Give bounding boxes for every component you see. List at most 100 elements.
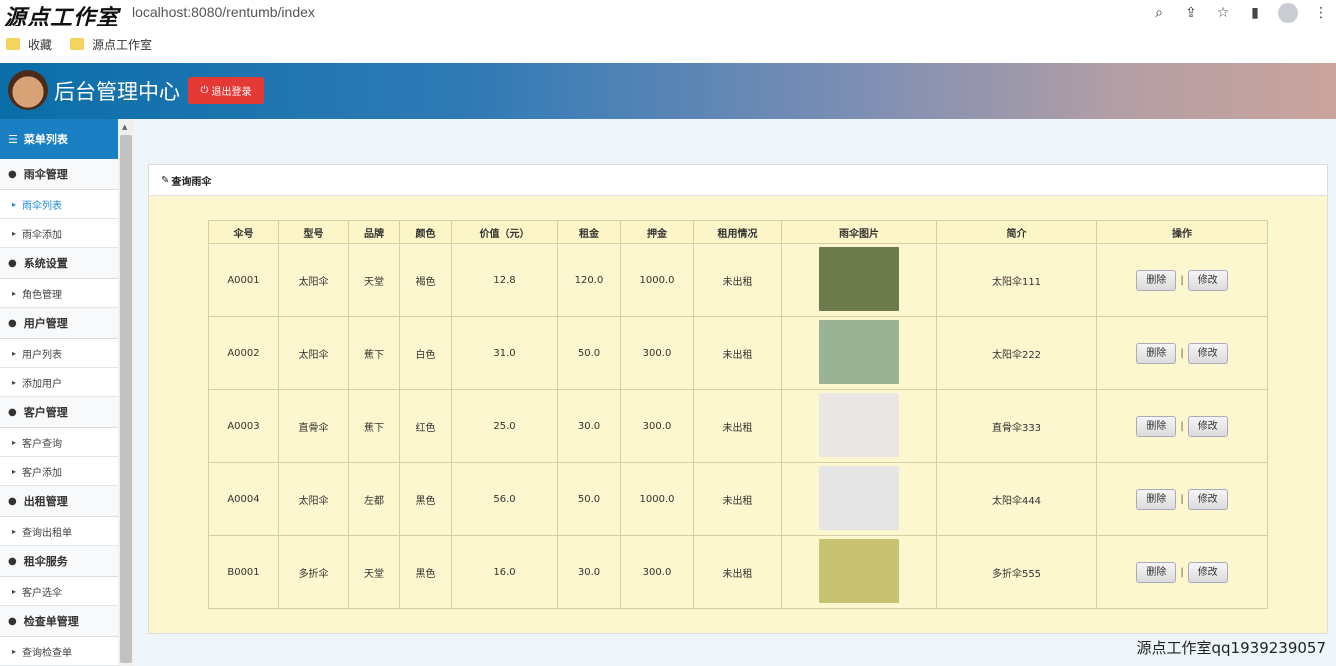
cell-image (781, 243, 937, 317)
cell-brand: 天堂 (348, 535, 400, 609)
edit-button[interactable]: 修改 (1187, 342, 1228, 364)
sidebar-group-system[interactable]: ● 系统设置 (0, 248, 118, 279)
zoom-icon[interactable]: ⌕ (1150, 4, 1168, 22)
more-icon[interactable]: ⋮ (1312, 4, 1330, 22)
umbrella-image (819, 392, 899, 457)
scroll-up-icon[interactable]: ▲ (122, 123, 127, 131)
col-image: 雨伞图片 (781, 220, 937, 244)
user-icon: ● (8, 555, 17, 567)
edit-button[interactable]: 修改 (1187, 415, 1228, 437)
edit-button[interactable]: 修改 (1187, 488, 1228, 510)
sidepanel-icon[interactable]: ▮ (1246, 4, 1264, 22)
scrollbar-thumb[interactable] (120, 135, 132, 663)
sidebar-group-customer[interactable]: ● 客户管理 (0, 397, 118, 428)
cell-actions: 删除 | 修改 (1096, 243, 1268, 317)
cell-rent: 120.0 (557, 243, 621, 317)
sidebar-item-umbrella-list[interactable]: ▸ 雨伞列表 (0, 190, 118, 219)
col-color: 颜色 (399, 220, 452, 244)
cell-model: 多折伞 (278, 535, 349, 609)
main-content: ✎ 查询雨伞 伞号 型号 品牌 颜色 价值（元） 租金 押金 租用情况 雨伞图片… (134, 119, 1336, 666)
edit-button[interactable]: 修改 (1187, 561, 1228, 583)
cell-value: 56.0 (451, 462, 558, 536)
table-header-row: 伞号 型号 品牌 颜色 价值（元） 租金 押金 租用情况 雨伞图片 简介 操作 (208, 220, 1268, 244)
star-icon[interactable]: ☆ (1214, 4, 1232, 22)
sidebar-item-customer-pick[interactable]: ▸ 客户选伞 (0, 577, 118, 606)
sidebar-group-rental[interactable]: ● 出租管理 (0, 486, 118, 517)
action-separator: | (1180, 274, 1184, 286)
list-icon: ☰ (8, 132, 18, 146)
sidebar-scrollbar[interactable]: ▲ (118, 119, 134, 666)
col-id: 伞号 (208, 220, 279, 244)
sidebar-item-customer-query[interactable]: ▸ 客户查询 (0, 428, 118, 457)
table-row: A0001 太阳伞 天堂 褐色 12.8 120.0 1000.0 未出租 太阳… (208, 243, 1268, 317)
col-brand: 品牌 (348, 220, 400, 244)
action-separator: | (1180, 566, 1184, 578)
sidebar-item-umbrella-add[interactable]: ▸ 雨伞添加 (0, 219, 118, 248)
cell-model: 太阳伞 (278, 243, 349, 317)
umbrella-image (819, 319, 899, 384)
cell-rent: 30.0 (557, 389, 621, 463)
bookmarks-bar: 收藏 源点工作室 (0, 26, 1336, 62)
sidebar-item-user-add[interactable]: ▸ 添加用户 (0, 368, 118, 397)
sidebar-item-inspection-query[interactable]: ▸ 查询检查单 (0, 637, 118, 666)
cell-deposit: 300.0 (620, 389, 694, 463)
cell-deposit: 300.0 (620, 316, 694, 390)
delete-button[interactable]: 删除 (1136, 415, 1177, 437)
logout-button[interactable]: ⏻ 退出登录 (188, 77, 264, 104)
sidebar-item-customer-add[interactable]: ▸ 客户添加 (0, 457, 118, 486)
panel-title: 查询雨伞 (171, 176, 212, 188)
cell-id: A0002 (208, 316, 279, 390)
cell-actions: 删除 | 修改 (1096, 316, 1268, 390)
cell-image (781, 316, 937, 390)
cell-rent: 50.0 (557, 316, 621, 390)
user-icon: ● (8, 406, 17, 418)
cell-id: A0004 (208, 462, 279, 536)
watermark-bottom: 源点工作室qq1939239057 (1136, 639, 1326, 657)
caret-right-icon: ▸ (12, 288, 17, 298)
delete-button[interactable]: 删除 (1136, 269, 1177, 291)
app-header: 后台管理中心 ⏻ 退出登录 (0, 63, 1336, 119)
sidebar-group-user[interactable]: ● 用户管理 (0, 308, 118, 339)
address-bar[interactable]: localhost:8080/rentumb/index (132, 4, 315, 20)
edit-icon: ✎ (161, 174, 170, 186)
panel-header: ✎ 查询雨伞 (149, 165, 1327, 196)
user-icon: ● (8, 615, 17, 627)
cell-brand: 蕉下 (348, 316, 400, 390)
cell-intro: 太阳伞222 (936, 316, 1097, 390)
cell-brand: 蕉下 (348, 389, 400, 463)
sidebar-group-umbrella[interactable]: ● 雨伞管理 (0, 159, 118, 190)
cell-image (781, 535, 937, 609)
cell-intro: 太阳伞444 (936, 462, 1097, 536)
edit-button[interactable]: 修改 (1187, 269, 1228, 291)
cell-intro: 太阳伞111 (936, 243, 1097, 317)
share-icon[interactable]: ⇪ (1182, 4, 1200, 22)
folder-icon (70, 38, 85, 50)
caret-right-icon: ▸ (12, 526, 17, 536)
col-actions: 操作 (1096, 220, 1268, 244)
cell-status: 未出租 (693, 462, 782, 536)
browser-toolbar: localhost:8080/rentumb/index ⌕ ⇪ ☆ ▮ ⋮ (0, 0, 1336, 26)
profile-icon[interactable] (1278, 3, 1298, 23)
menu-title: 菜单列表 (23, 133, 68, 146)
delete-button[interactable]: 删除 (1136, 561, 1177, 583)
sidebar-item-rental-query[interactable]: ▸ 查询出租单 (0, 517, 118, 546)
cell-id: A0003 (208, 389, 279, 463)
caret-right-icon: ▸ (12, 466, 17, 476)
user-icon: ● (8, 257, 17, 269)
sidebar-item-user-list[interactable]: ▸ 用户列表 (0, 339, 118, 368)
bookmark-item[interactable]: 源点工作室 (70, 36, 152, 53)
sidebar-group-service[interactable]: ● 租伞服务 (0, 546, 118, 577)
delete-button[interactable]: 删除 (1136, 342, 1177, 364)
sidebar-item-role[interactable]: ▸ 角色管理 (0, 279, 118, 308)
logout-label: 退出登录 (211, 87, 252, 98)
bookmark-label: 收藏 (28, 37, 53, 52)
bookmark-item[interactable]: 收藏 (6, 36, 52, 53)
col-model: 型号 (278, 220, 349, 244)
sidebar-group-inspection[interactable]: ● 检查单管理 (0, 606, 118, 637)
app-title: 后台管理中心 (54, 80, 180, 104)
cell-rent: 50.0 (557, 462, 621, 536)
cell-status: 未出租 (693, 316, 782, 390)
col-rent: 租金 (557, 220, 621, 244)
delete-button[interactable]: 删除 (1136, 488, 1177, 510)
logo-avatar (8, 70, 48, 110)
